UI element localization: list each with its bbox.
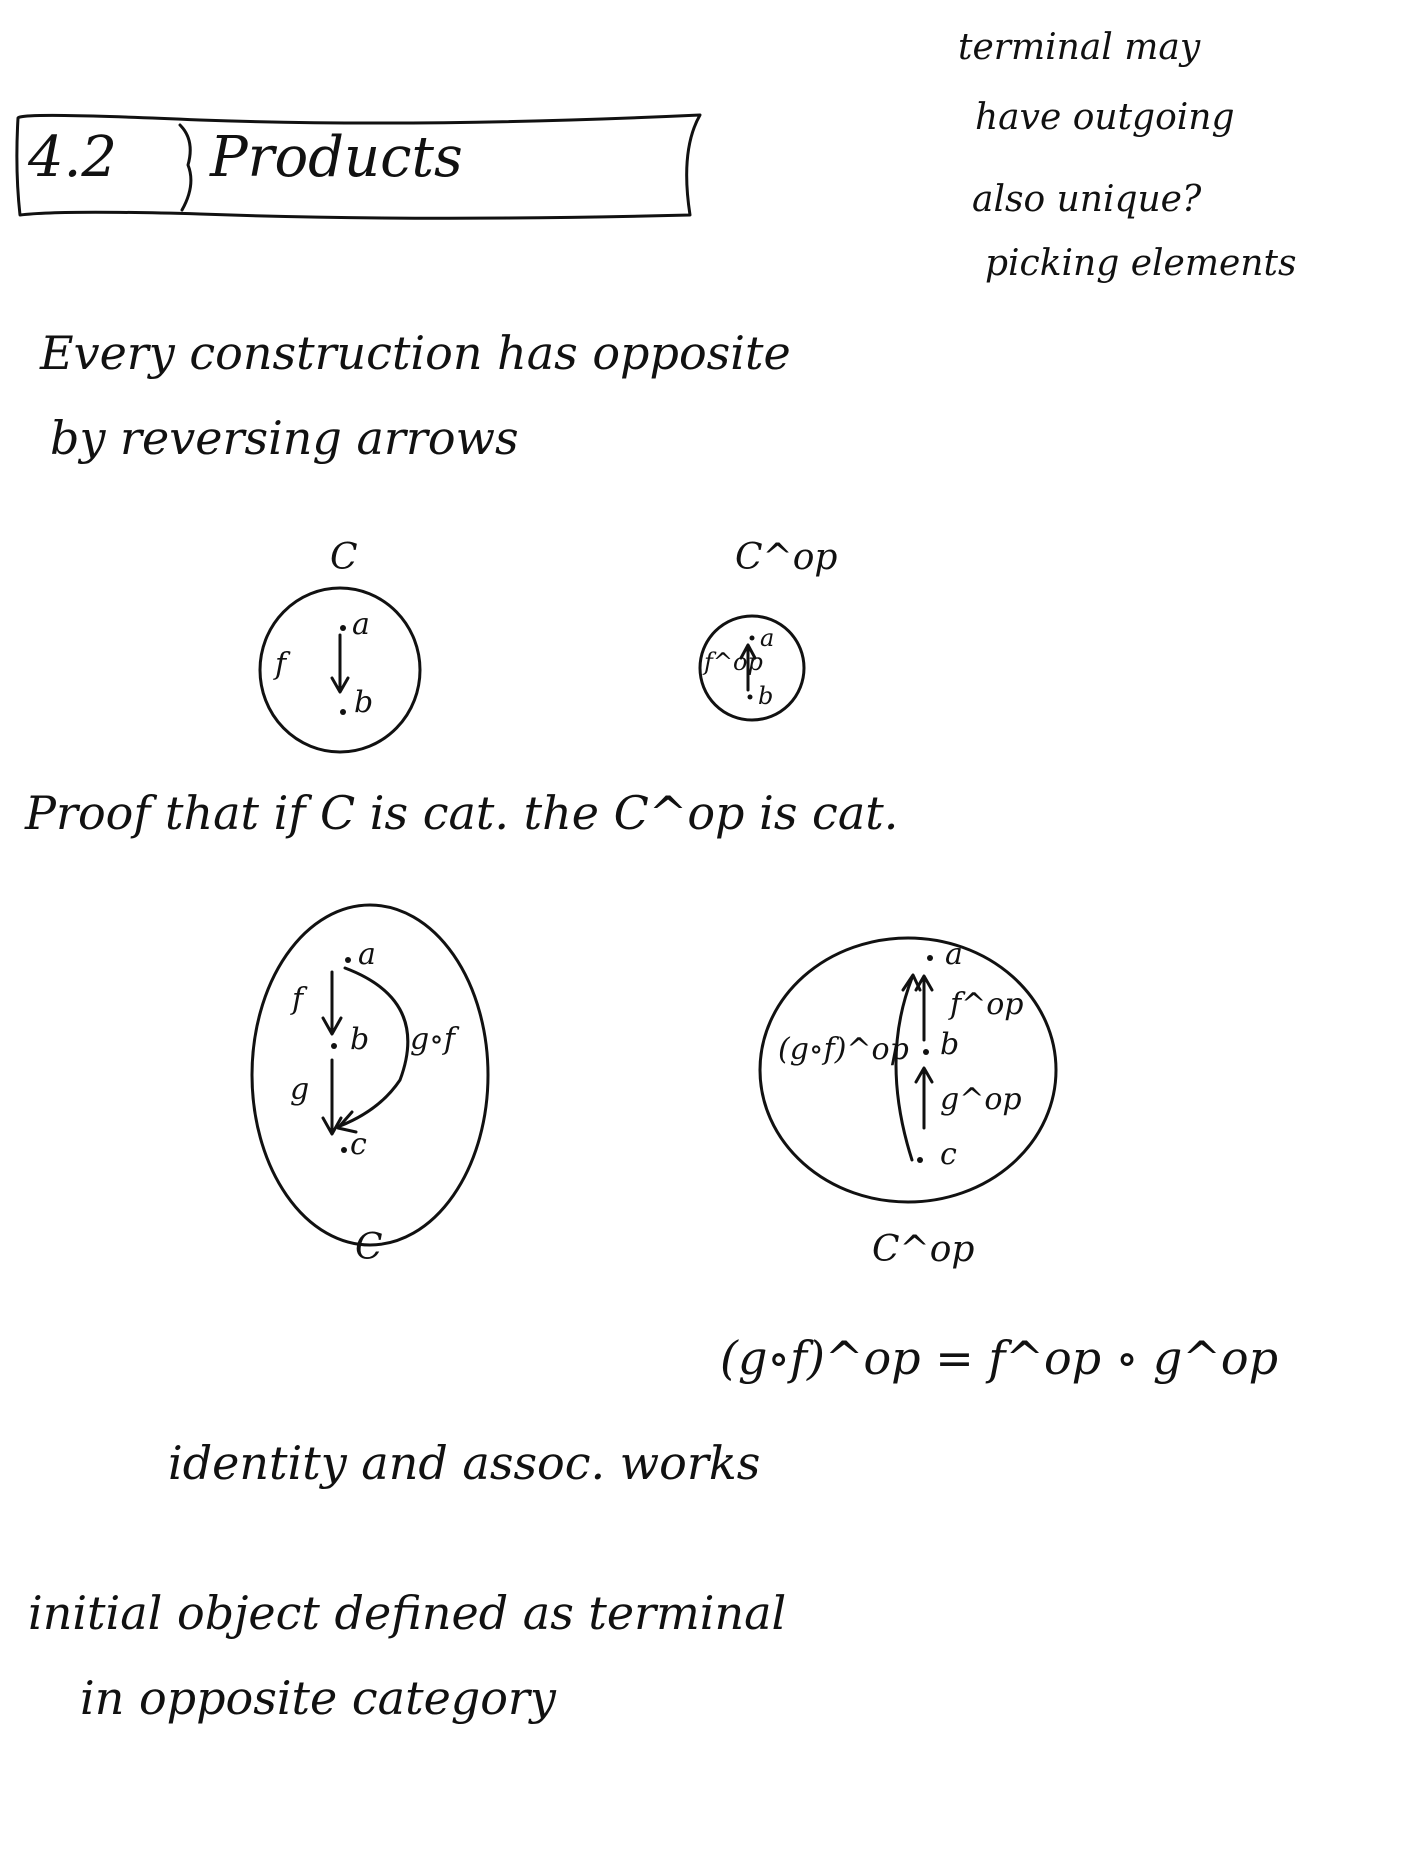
diagram2-right-fop: f^op [950, 987, 1024, 1022]
diagram1-left-a: a [352, 607, 370, 642]
side-note-line-1: terminal may [958, 27, 1201, 68]
conclusion-line-1: initial object defined as terminal [28, 1586, 787, 1640]
arrow-g-head [321, 1116, 343, 1136]
intro-line-1: Every construction has opposite [40, 326, 791, 380]
intro-line-2: by reversing arrows [50, 411, 519, 465]
note-page: terminal may have outgoing also unique? … [0, 0, 1404, 1872]
diagram2-left-a: a [358, 937, 376, 972]
conclusion-line-2: in opposite category [80, 1671, 556, 1725]
diagram1-left-f: f [275, 647, 287, 682]
diagram2-left-category: C [355, 1227, 383, 1268]
arrow-gop-head [914, 1066, 934, 1084]
diagram2-right-c: c [940, 1137, 957, 1172]
diagram2-right-b: b [940, 1027, 960, 1062]
diagram2-right-category: C^op [872, 1229, 975, 1270]
arrow-gof-op [894, 976, 914, 1162]
category-cop-large-circle [758, 936, 1058, 1204]
section-title: Products [210, 125, 463, 190]
arrow-f-head-2 [321, 1016, 343, 1036]
section-number: 4.2 [28, 125, 118, 190]
diagram1-left-category: C [330, 537, 358, 578]
diagram2-left-b: b [350, 1022, 370, 1057]
diagram1-right-b: b [758, 682, 774, 710]
diagram2-left-c: c [350, 1127, 367, 1162]
diagram2-left-g: g [290, 1072, 310, 1107]
proof-heading: Proof that if C is cat. the C^op is cat. [25, 786, 899, 840]
section-divider [178, 123, 193, 212]
side-note-line-4: picking elements [985, 243, 1297, 284]
diagram1-right-category: C^op [735, 537, 838, 578]
side-note-line-2: have outgoing [975, 97, 1235, 138]
arrow-fop-head-2 [914, 974, 934, 992]
side-note-line-3: also unique? [972, 179, 1202, 220]
opposite-composition-equation: (g∘f)^op = f^op ∘ g^op [720, 1331, 1279, 1385]
diagram1-left-b: b [354, 685, 374, 720]
arrow-f-head [330, 676, 350, 694]
identity-note: identity and assoc. works [168, 1436, 761, 1490]
diagram1-right-a: a [760, 624, 775, 652]
diagram2-left-f: f [292, 982, 304, 1017]
diagram2-right-gop: g^op [940, 1082, 1022, 1117]
diagram1-right-fop: f^op [704, 648, 763, 676]
diagram2-right-gof-op: (g∘f)^op [778, 1032, 909, 1067]
diagram2-left-gof: g∘f [410, 1022, 456, 1057]
diagram2-right-a: a [945, 937, 963, 972]
arrow-gof-op-head [901, 973, 922, 992]
